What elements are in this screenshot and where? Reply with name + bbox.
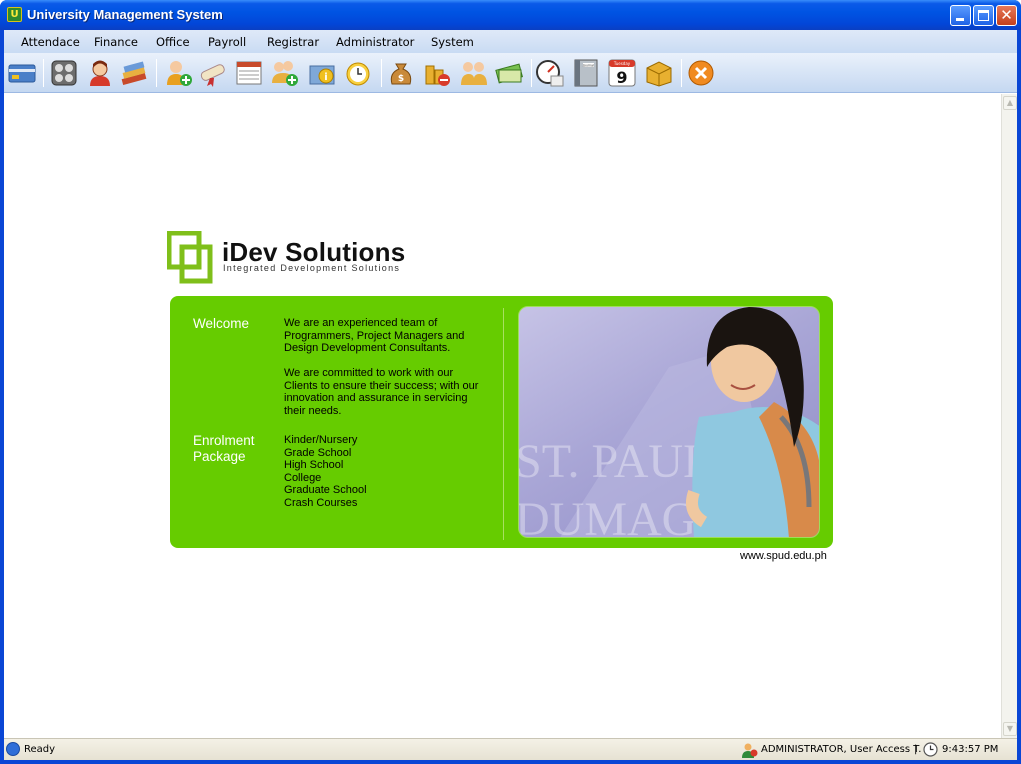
- cash-payment-icon[interactable]: [494, 58, 524, 88]
- list-item: Graduate School: [284, 484, 367, 497]
- toolbar-separator: [381, 59, 382, 87]
- minimize-button[interactable]: [950, 5, 971, 26]
- app-logo-icon[interactable]: U: [7, 7, 22, 22]
- panel-divider: [503, 308, 504, 540]
- client-area: Attendace Finance Office Payroll Registr…: [4, 30, 1017, 760]
- toolbar-separator: [681, 59, 682, 87]
- status-text: Ready: [24, 744, 56, 755]
- svg-text:$: $: [398, 74, 404, 84]
- id-card-icon[interactable]: [7, 58, 37, 88]
- website-link[interactable]: www.spud.edu.ph: [740, 550, 827, 562]
- journal-label: Journal: [582, 63, 594, 67]
- archive-box-icon[interactable]: [644, 58, 674, 88]
- clock-icon: [923, 742, 938, 757]
- exit-icon[interactable]: [686, 58, 716, 88]
- scroll-down-arrow-icon[interactable]: ▼: [1003, 722, 1017, 736]
- speedometer-report-icon[interactable]: [535, 58, 565, 88]
- alarm-clock-icon[interactable]: [343, 58, 373, 88]
- user-female-icon[interactable]: [85, 58, 115, 88]
- calendar-icon[interactable]: Tuesday 9: [607, 58, 637, 88]
- toolbar-separator: [156, 59, 157, 87]
- photo-watermark-line-2: DUMAG: [519, 493, 696, 538]
- window-title: University Management System: [27, 7, 223, 22]
- close-button[interactable]: ✕: [996, 5, 1017, 26]
- company-tagline: Integrated Development Solutions: [223, 263, 401, 273]
- close-icon: ✕: [1000, 6, 1013, 24]
- books-icon[interactable]: [119, 58, 149, 88]
- menu-attendance[interactable]: Attendace: [21, 35, 80, 49]
- menu-registrar[interactable]: Registrar: [267, 35, 319, 49]
- list-item: High School: [284, 459, 344, 472]
- menu-administrator[interactable]: Administrator: [336, 35, 414, 49]
- title-bar[interactable]: U University Management System ✕: [0, 0, 1021, 30]
- welcome-heading: Welcome: [193, 316, 250, 331]
- menu-office[interactable]: Office: [156, 35, 190, 49]
- status-separator: |: [914, 744, 918, 755]
- calculator-icon[interactable]: [49, 58, 79, 88]
- scroll-up-arrow-icon[interactable]: ▲: [1003, 96, 1017, 110]
- status-user: ADMINISTRATOR, User Access T.: [761, 744, 922, 755]
- svg-text:i: i: [324, 72, 327, 83]
- welcome-paragraph-1: We are an experienced team of Programmer…: [284, 317, 465, 355]
- diploma-icon[interactable]: [198, 58, 228, 88]
- refresh-icon: [6, 742, 20, 756]
- list-item: Crash Courses: [284, 496, 358, 509]
- vertical-scrollbar[interactable]: ▲ ▼: [1001, 94, 1017, 738]
- menu-system[interactable]: System: [431, 35, 474, 49]
- schedule-sheet-icon[interactable]: [234, 58, 264, 88]
- money-bag-icon[interactable]: $: [386, 58, 416, 88]
- coins-remove-icon[interactable]: [422, 58, 452, 88]
- main-content: iDev Solutions Integrated Development So…: [4, 94, 1001, 738]
- status-bar: Ready ADMINISTRATOR, User Access T. | 9:…: [4, 738, 1017, 760]
- minimize-icon: [956, 18, 964, 21]
- info-folder-icon[interactable]: i: [308, 58, 338, 88]
- add-user-icon[interactable]: [164, 58, 194, 88]
- toolbar-separator: [531, 59, 532, 87]
- menu-payroll[interactable]: Payroll: [208, 35, 246, 49]
- student-photo: ST. PAUL DUMAG: [518, 306, 820, 538]
- calendar-weekday: Tuesday: [613, 61, 631, 66]
- application-window: U University Management System ✕ Attenda…: [0, 0, 1021, 764]
- welcome-paragraph-2: We are committed to work with our Client…: [284, 367, 479, 417]
- toolbar: i $ Journal Tuesday 9: [4, 53, 1017, 93]
- calendar-day: 9: [616, 68, 627, 87]
- enrolment-package-list: Kinder/Nursery Grade School High School …: [284, 434, 367, 510]
- list-item: Kinder/Nursery: [284, 434, 358, 446]
- status-time: 9:43:57 PM: [942, 744, 999, 755]
- add-group-icon[interactable]: [270, 58, 300, 88]
- idev-logo-icon: [167, 231, 213, 284]
- enrolment-heading: Enrolment Package: [193, 433, 255, 465]
- user-admin-icon: [742, 743, 758, 758]
- enrolment-heading-line-1: Enrolment: [193, 433, 255, 448]
- maximize-icon: [978, 10, 989, 21]
- photo-watermark-line-1: ST. PAUL: [519, 435, 712, 488]
- users-icon[interactable]: [459, 58, 489, 88]
- menu-bar: Attendace Finance Office Payroll Registr…: [4, 30, 1017, 53]
- welcome-panel: Welcome We are an experienced team of Pr…: [170, 296, 833, 548]
- toolbar-separator: [43, 59, 44, 87]
- menu-finance[interactable]: Finance: [94, 35, 138, 49]
- journal-book-icon[interactable]: Journal: [571, 58, 601, 88]
- list-item: College: [284, 471, 322, 484]
- maximize-button[interactable]: [973, 5, 994, 26]
- enrolment-heading-line-2: Package: [193, 449, 246, 464]
- list-item: Grade School: [284, 446, 352, 459]
